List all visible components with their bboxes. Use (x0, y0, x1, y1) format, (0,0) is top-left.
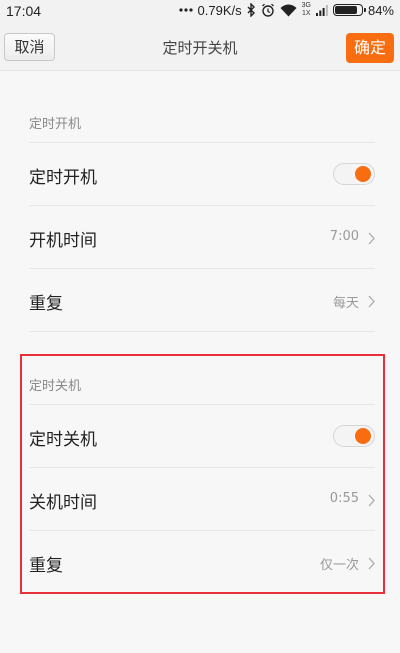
bluetooth-icon (247, 3, 256, 17)
row-power-on-time[interactable]: 开机时间 7:00 (29, 205, 375, 268)
power-on-toggle-label: 定时开机 (29, 168, 97, 188)
battery-percent: 84% (367, 2, 394, 18)
power-off-toggle[interactable] (333, 425, 375, 447)
chevron-right-icon (368, 492, 375, 511)
network-type-top: 3G (301, 2, 311, 9)
power-off-time-value: 0:55 (329, 491, 359, 506)
row-power-off-repeat[interactable]: 重复 仅一次 (29, 530, 375, 593)
wifi-icon (280, 4, 297, 17)
chevron-right-icon (368, 230, 375, 249)
divider (29, 331, 375, 332)
power-off-time-label: 关机时间 (29, 493, 97, 513)
chevron-right-icon (368, 555, 375, 574)
status-bar: 17:04 0.79K/s 3G 1X 84% (0, 0, 400, 24)
more-dots-icon (178, 8, 193, 12)
row-power-off-toggle[interactable]: 定时关机 (29, 404, 375, 467)
status-time: 17:04 (6, 3, 42, 19)
power-off-toggle-label: 定时关机 (29, 430, 97, 450)
title-bar: 取消 定时开关机 确定 (0, 24, 400, 71)
battery-icon (332, 4, 366, 16)
confirm-button[interactable]: 确定 (346, 33, 394, 63)
page-title: 定时开关机 (162, 39, 238, 57)
row-power-on-repeat[interactable]: 重复 每天 (29, 268, 375, 331)
power-on-repeat-value: 每天 (332, 296, 359, 311)
section-header-power-on: 定时开机 (29, 117, 82, 132)
toggle-knob (355, 166, 371, 182)
net-speed: 0.79K/s (197, 2, 242, 18)
power-off-repeat-value: 仅一次 (319, 558, 359, 573)
signal-icon (315, 4, 328, 16)
chevron-right-icon (368, 293, 375, 312)
section-header-power-off: 定时关机 (29, 379, 82, 394)
power-on-repeat-label: 重复 (29, 294, 63, 314)
alarm-icon (261, 3, 275, 17)
power-on-toggle[interactable] (333, 163, 375, 185)
status-icons: 0.79K/s 3G 1X 84% (178, 2, 394, 18)
toggle-knob (355, 428, 371, 444)
row-power-off-time[interactable]: 关机时间 0:55 (29, 467, 375, 530)
network-type-bottom: 1X (302, 10, 311, 17)
network-type: 3G 1X (302, 2, 311, 18)
power-on-time-label: 开机时间 (29, 231, 97, 251)
power-on-time-value: 7:00 (329, 229, 359, 244)
row-power-on-toggle[interactable]: 定时开机 (29, 142, 375, 205)
power-off-repeat-label: 重复 (29, 556, 63, 576)
